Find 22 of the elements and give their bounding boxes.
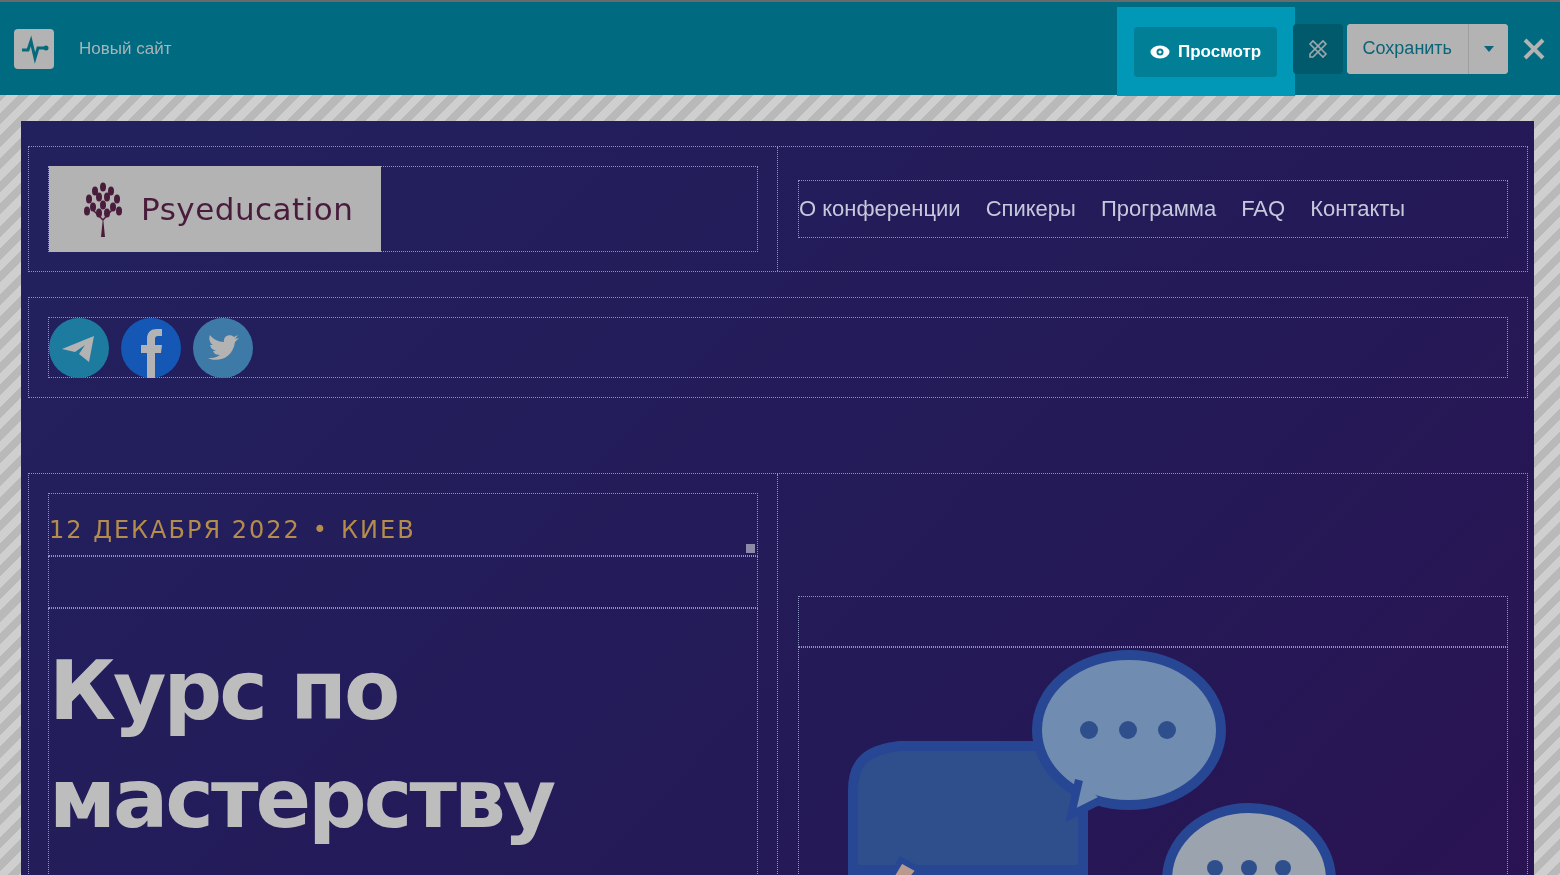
headline: Курс по мастерству	[49, 642, 555, 848]
nav-link[interactable]: Спикеры	[985, 196, 1076, 222]
event-date-location: 12 ДЕКАБРЯ 2022 • КИЕВ	[49, 515, 417, 544]
pulse-icon[interactable]	[14, 28, 54, 69]
design-tools-button[interactable]	[1292, 23, 1343, 74]
nav-link[interactable]: О конференции	[799, 196, 961, 222]
preview-button[interactable]: Просмотр	[1133, 26, 1278, 77]
telegram-icon[interactable]	[49, 317, 109, 378]
pencil-ruler-icon	[1306, 37, 1329, 60]
logo-text: Psyeducation	[141, 191, 354, 227]
resize-handle[interactable]	[746, 544, 755, 553]
close-icon	[1522, 36, 1546, 61]
close-button[interactable]	[1522, 36, 1546, 61]
twitter-icon[interactable]	[193, 317, 253, 378]
caret-icon	[1483, 45, 1494, 52]
logo[interactable]: Psyeducation	[49, 166, 381, 252]
eye-icon	[1149, 44, 1170, 59]
nav-link[interactable]: FAQ	[1241, 196, 1286, 222]
nav-link[interactable]: Контакты	[1310, 196, 1406, 222]
nav-link[interactable]: Программа	[1100, 196, 1217, 222]
facebook-icon[interactable]	[121, 317, 181, 378]
site-title: Новый сайт	[79, 38, 172, 59]
